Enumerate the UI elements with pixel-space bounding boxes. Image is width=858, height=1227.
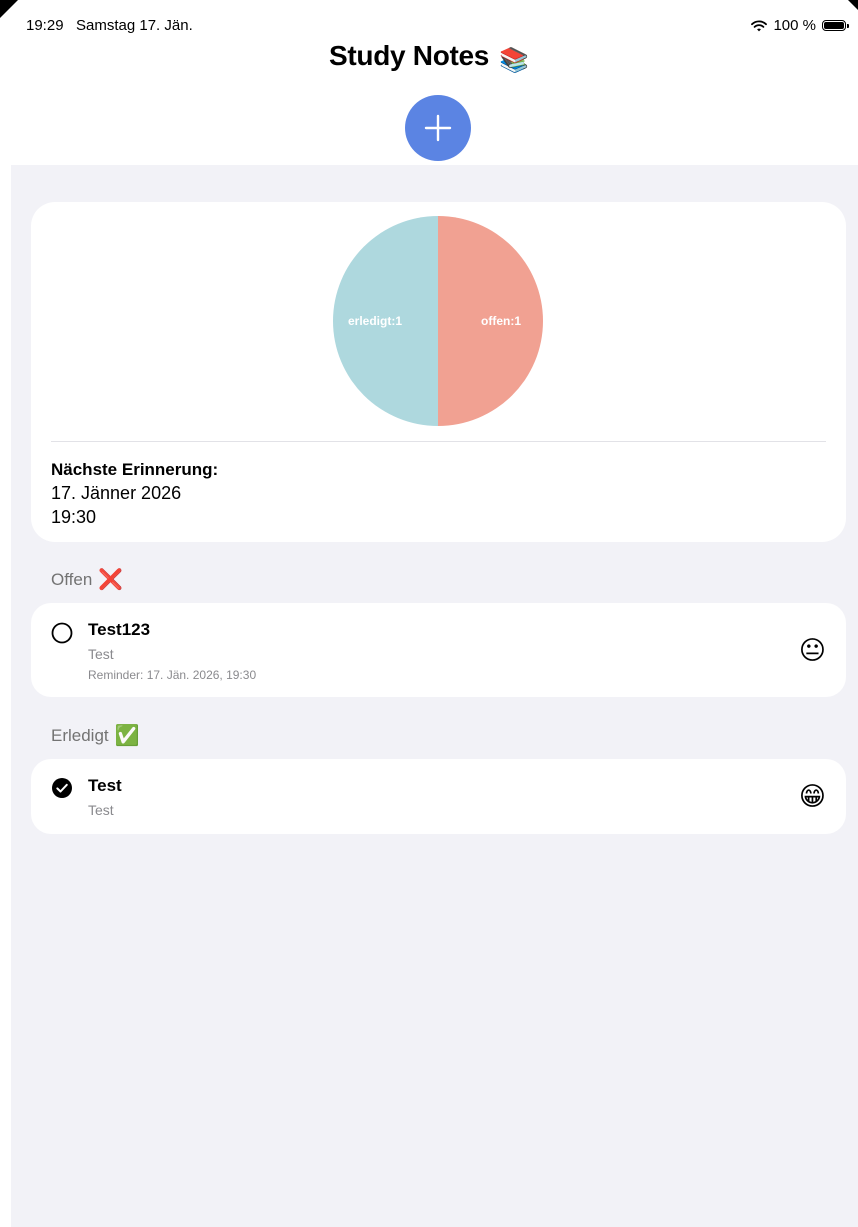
battery-icon <box>822 20 849 31</box>
section-header-done: Erledigt ✅ <box>51 726 140 746</box>
status-date: Samstag 17. Jän. <box>76 17 193 34</box>
section-label: Erledigt <box>51 726 109 745</box>
next-reminder-date: 17. Jänner 2026 <box>51 483 182 503</box>
divider <box>51 441 826 442</box>
next-reminder-heading: Nächste Erinnerung: <box>51 460 219 479</box>
pie-slice-label: offen:1 <box>481 314 521 328</box>
checked-circle-icon[interactable] <box>51 777 73 804</box>
neutral-face-icon: 😐 <box>798 635 826 665</box>
note-reminder: Reminder: 17. Jän. 2026, 19:30 <box>88 668 257 682</box>
title-row: Study Notes 📚 <box>0 40 858 75</box>
progress-pie-chart: erledigt:1 offen:1 <box>333 216 543 426</box>
pie-slice-label: erledigt:1 <box>348 314 402 328</box>
grinning-face-icon: 😁 <box>798 781 826 811</box>
note-title: Test <box>88 776 122 795</box>
note-row[interactable]: Test123 Test Reminder: 17. Jän. 2026, 19… <box>31 603 846 697</box>
unchecked-circle-icon[interactable] <box>51 622 73 649</box>
cross-mark-icon: ❌ <box>98 569 124 591</box>
note-subtitle: Test <box>88 646 114 662</box>
section-label: Offen <box>51 570 93 589</box>
section-header-open: Offen ❌ <box>51 570 123 590</box>
plus-icon <box>424 114 452 142</box>
note-title: Test123 <box>88 620 151 639</box>
add-note-button[interactable] <box>405 95 471 161</box>
check-mark-button-icon: ✅ <box>114 725 140 747</box>
note-subtitle: Test <box>88 802 114 818</box>
note-row[interactable]: Test Test 😁 <box>31 759 846 834</box>
status-time: 19:29 <box>26 17 64 34</box>
content-area[interactable]: erledigt:1 offen:1 Nächste Erinnerung: 17… <box>11 165 858 1227</box>
books-icon: 📚 <box>499 47 529 75</box>
status-indicators: 100 % <box>751 17 849 34</box>
next-reminder-time: 19:30 <box>51 507 97 527</box>
summary-card: erledigt:1 offen:1 Nächste Erinnerung: 17… <box>31 202 846 542</box>
page-title: Study Notes <box>329 40 490 71</box>
battery-percentage: 100 % <box>773 17 816 34</box>
wifi-icon <box>751 19 768 32</box>
